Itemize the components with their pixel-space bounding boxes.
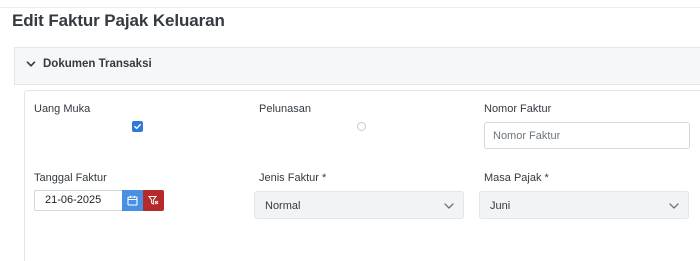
chevron-down-icon bbox=[26, 61, 36, 67]
top-divider bbox=[0, 7, 700, 8]
tanggal-faktur-input[interactable]: 21-06-2025 bbox=[34, 190, 122, 211]
clear-date-button[interactable] bbox=[143, 190, 164, 211]
calendar-icon bbox=[127, 195, 138, 206]
chevron-down-icon bbox=[669, 203, 679, 209]
chevron-down-icon bbox=[444, 203, 454, 209]
section-body bbox=[24, 90, 700, 261]
jenis-faktur-value: Normal bbox=[265, 200, 301, 212]
masa-pajak-select[interactable]: Juni bbox=[479, 191, 689, 219]
uang-muka-checkbox[interactable] bbox=[132, 121, 143, 132]
section-header-dokumen-transaksi[interactable]: Dokumen Transaksi bbox=[14, 47, 700, 85]
masa-pajak-value: Juni bbox=[490, 200, 511, 212]
jenis-faktur-label: Jenis Faktur * bbox=[259, 172, 327, 184]
nomor-faktur-input[interactable] bbox=[484, 122, 690, 149]
uang-muka-label: Uang Muka bbox=[34, 103, 91, 115]
filter-clear-icon bbox=[148, 196, 159, 205]
section-title: Dokumen Transaksi bbox=[43, 58, 152, 70]
tanggal-faktur-label: Tanggal Faktur bbox=[34, 172, 107, 184]
nomor-faktur-label: Nomor Faktur bbox=[484, 103, 552, 115]
page-title: Edit Faktur Pajak Keluaran bbox=[12, 11, 225, 30]
calendar-button[interactable] bbox=[122, 190, 143, 211]
pelunasan-label: Pelunasan bbox=[259, 103, 311, 115]
check-icon bbox=[134, 123, 141, 130]
pelunasan-checkbox[interactable] bbox=[357, 122, 366, 131]
masa-pajak-label: Masa Pajak * bbox=[484, 172, 549, 184]
jenis-faktur-select[interactable]: Normal bbox=[254, 191, 464, 219]
